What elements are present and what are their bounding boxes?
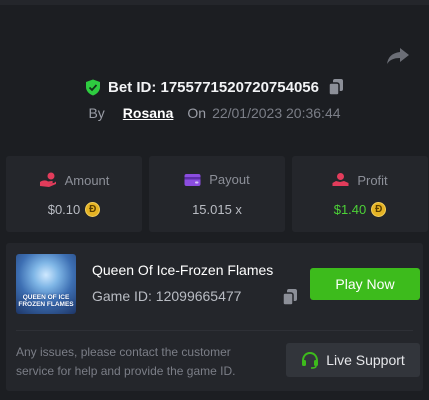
- username-link[interactable]: Rosana: [123, 105, 174, 121]
- live-support-button[interactable]: Live Support: [286, 343, 420, 377]
- game-title: Queen Of Ice-Frozen Flames: [92, 262, 274, 278]
- play-now-button[interactable]: Play Now: [310, 268, 420, 300]
- copy-icon[interactable]: [328, 78, 344, 96]
- game-id: Game ID: 12099665477: [92, 288, 242, 304]
- stat-amount-label: Amount: [64, 172, 110, 188]
- bet-datetime: 22/01/2023 20:36:44: [212, 105, 341, 121]
- stat-amount: Amount $0.10 Đ: [6, 156, 142, 232]
- support-notice: Any issues, please contact the customer …: [16, 345, 236, 378]
- bet-meta-row: By Rosana On 22/01/2023 20:36:44: [0, 103, 429, 123]
- stat-profit-label: Profit: [357, 172, 388, 188]
- coin-icon: Đ: [371, 202, 387, 217]
- live-support-label: Live Support: [326, 352, 405, 368]
- game-card: QUEEN OF ICE FROZEN FLAMES Queen Of Ice-…: [6, 243, 423, 391]
- share-icon[interactable]: [386, 46, 410, 66]
- on-label: On: [187, 105, 207, 121]
- money-hand-icon: [39, 172, 56, 187]
- stat-profit-value: $1.40: [333, 202, 367, 217]
- game-thumbnail[interactable]: QUEEN OF ICE FROZEN FLAMES: [16, 254, 76, 314]
- copy-icon[interactable]: [282, 288, 298, 306]
- stat-payout: Payout 15.015 x: [149, 156, 285, 232]
- stat-profit: Profit $1.40 Đ: [292, 156, 428, 232]
- stat-payout-value: 15.015 x: [192, 202, 242, 217]
- shield-check-icon: [85, 79, 100, 95]
- bet-id-row: Bet ID: 1755771520720754056: [0, 76, 429, 98]
- wallet-icon: [184, 173, 201, 186]
- profit-hand-icon: [332, 173, 349, 186]
- stat-payout-label: Payout: [209, 172, 250, 187]
- divider: [16, 330, 413, 331]
- by-label: By: [88, 105, 105, 121]
- bet-id: Bet ID: 1755771520720754056: [107, 78, 319, 96]
- headset-icon: [302, 351, 319, 369]
- stat-amount-value: $0.10: [47, 202, 81, 217]
- top-bar: [0, 0, 429, 5]
- game-thumbnail-text: QUEEN OF ICE FROZEN FLAMES: [18, 294, 74, 308]
- coin-icon: Đ: [85, 202, 101, 217]
